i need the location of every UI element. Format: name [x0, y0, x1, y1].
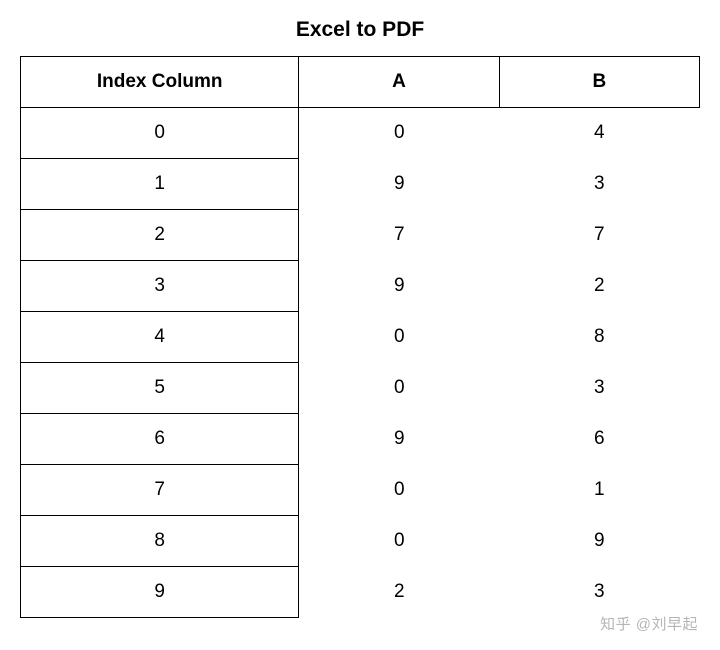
table-row: 8 0 9 [21, 516, 700, 567]
header-row: Index Column A B [21, 57, 700, 108]
table-row: 6 9 6 [21, 414, 700, 465]
cell-b: 3 [499, 363, 699, 414]
cell-b: 3 [499, 159, 699, 210]
cell-index: 7 [21, 465, 299, 516]
header-a: A [299, 57, 499, 108]
header-b: B [499, 57, 699, 108]
cell-index: 8 [21, 516, 299, 567]
table-row: 0 0 4 [21, 108, 700, 159]
cell-index: 3 [21, 261, 299, 312]
table-row: 3 9 2 [21, 261, 700, 312]
cell-index: 1 [21, 159, 299, 210]
cell-b: 6 [499, 414, 699, 465]
cell-b: 3 [499, 567, 699, 618]
cell-a: 0 [299, 312, 499, 363]
cell-a: 7 [299, 210, 499, 261]
cell-b: 9 [499, 516, 699, 567]
cell-a: 9 [299, 159, 499, 210]
cell-index: 5 [21, 363, 299, 414]
table-row: 1 9 3 [21, 159, 700, 210]
cell-a: 0 [299, 516, 499, 567]
cell-a: 0 [299, 363, 499, 414]
table-row: 7 0 1 [21, 465, 700, 516]
table-row: 2 7 7 [21, 210, 700, 261]
cell-b: 1 [499, 465, 699, 516]
cell-index: 9 [21, 567, 299, 618]
cell-index: 6 [21, 414, 299, 465]
cell-b: 2 [499, 261, 699, 312]
cell-b: 4 [499, 108, 699, 159]
cell-index: 4 [21, 312, 299, 363]
cell-a: 9 [299, 414, 499, 465]
header-index: Index Column [21, 57, 299, 108]
data-table: Index Column A B 0 0 4 1 9 3 2 7 7 3 9 2… [20, 56, 700, 618]
cell-a: 0 [299, 465, 499, 516]
cell-a: 2 [299, 567, 499, 618]
cell-a: 0 [299, 108, 499, 159]
cell-index: 2 [21, 210, 299, 261]
page-title: Excel to PDF [20, 18, 700, 42]
table-row: 4 0 8 [21, 312, 700, 363]
cell-index: 0 [21, 108, 299, 159]
table-row: 9 2 3 [21, 567, 700, 618]
table-row: 5 0 3 [21, 363, 700, 414]
cell-b: 7 [499, 210, 699, 261]
cell-b: 8 [499, 312, 699, 363]
cell-a: 9 [299, 261, 499, 312]
